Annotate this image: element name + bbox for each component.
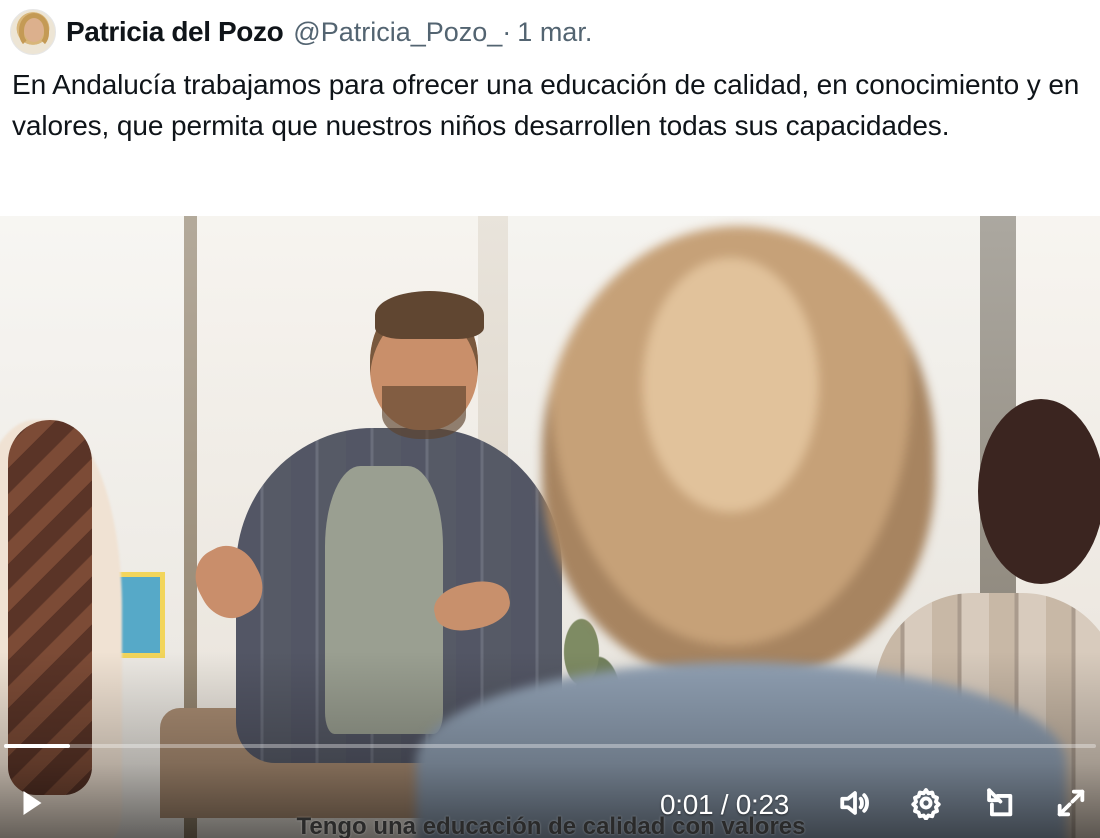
tweet-date[interactable]: 1 mar. <box>517 17 592 48</box>
video-player[interactable]: 0:01 / 0:23 Tengo una educación de calid… <box>0 216 1100 838</box>
picture-in-picture-button[interactable] <box>978 782 1020 824</box>
video-progress-bar[interactable] <box>4 744 1096 748</box>
fullscreen-button[interactable] <box>1050 782 1092 824</box>
avatar[interactable] <box>10 9 56 55</box>
author-name[interactable]: Patricia del Pozo <box>66 16 284 48</box>
settings-gear-icon <box>911 788 941 820</box>
header-separator: · <box>502 16 512 47</box>
author-handle[interactable]: @Patricia_Pozo_ <box>293 17 502 48</box>
tweet-text: En Andalucía trabajamos para ofrecer una… <box>12 69 1080 141</box>
settings-button[interactable] <box>905 782 947 824</box>
fullscreen-icon <box>1057 789 1085 817</box>
play-button[interactable] <box>10 782 52 824</box>
volume-button[interactable] <box>834 782 876 824</box>
play-icon <box>23 791 42 815</box>
volume-icon <box>840 791 869 815</box>
tweet-card: Patricia del Pozo @Patricia_Pozo_ · 1 ma… <box>0 0 1100 838</box>
picture-in-picture-icon <box>987 788 1013 817</box>
tweet-header: Patricia del Pozo @Patricia_Pozo_ · 1 ma… <box>10 8 592 56</box>
video-progress-fill <box>4 744 70 748</box>
video-subtitle: Tengo una educación de calidad con valor… <box>296 813 806 838</box>
